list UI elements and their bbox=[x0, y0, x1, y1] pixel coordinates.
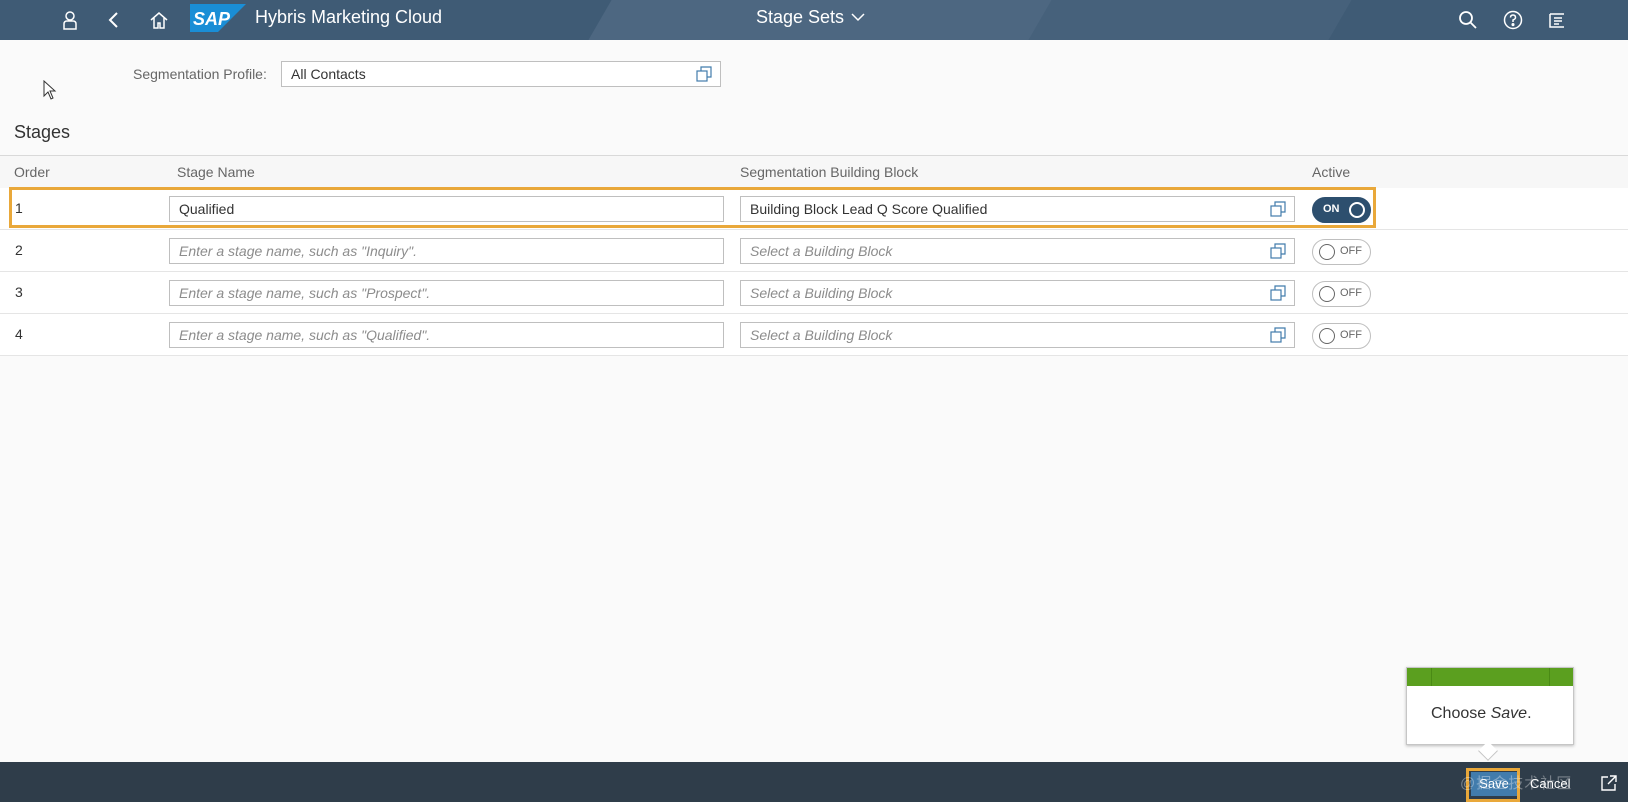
home-icon[interactable] bbox=[143, 4, 175, 36]
table-row: 4 Enter a stage name, such as "Qualified… bbox=[0, 314, 1628, 356]
building-block-placeholder: Select a Building Block bbox=[750, 243, 893, 259]
page-title-menu[interactable]: Stage Sets bbox=[756, 6, 866, 28]
notifications-list-icon[interactable] bbox=[1541, 4, 1573, 36]
stage-name-input[interactable]: Enter a stage name, such as "Qualified". bbox=[169, 322, 724, 348]
share-icon[interactable] bbox=[1600, 774, 1618, 792]
tooltip-message: Choose Save. bbox=[1431, 705, 1532, 722]
sap-logo[interactable]: SAP bbox=[190, 4, 246, 32]
segmentation-profile-input[interactable]: All Contacts bbox=[281, 61, 721, 87]
table-row: 2 Enter a stage name, such as "Inquiry".… bbox=[0, 230, 1628, 272]
app-title: Hybris Marketing Cloud bbox=[255, 7, 443, 27]
building-block-placeholder: Select a Building Block bbox=[750, 285, 893, 301]
tooltip-bar-divider bbox=[1431, 668, 1432, 686]
active-switch[interactable]: OFF bbox=[1312, 323, 1371, 349]
row-highlight-frame bbox=[9, 187, 1376, 228]
segmentation-profile-label: Segmentation Profile: bbox=[133, 66, 267, 82]
svg-text:SAP: SAP bbox=[193, 9, 231, 29]
switch-knob bbox=[1319, 286, 1335, 302]
value-help-icon[interactable] bbox=[1270, 327, 1286, 343]
row-order: 2 bbox=[15, 242, 23, 258]
value-help-icon[interactable] bbox=[1270, 243, 1286, 259]
stages-title: Stages bbox=[14, 122, 71, 142]
building-block-input[interactable]: Select a Building Block bbox=[740, 280, 1295, 306]
switch-state-label: OFF bbox=[1340, 245, 1362, 257]
tooltip-progress-bar bbox=[1407, 668, 1573, 686]
switch-state-label: OFF bbox=[1340, 329, 1362, 341]
building-block-input[interactable]: Select a Building Block bbox=[740, 322, 1295, 348]
shell-header: SAP Hybris Marketing Cloud Stage Sets bbox=[0, 0, 1628, 40]
stage-name-input[interactable]: Enter a stage name, such as "Prospect". bbox=[169, 280, 724, 306]
search-icon[interactable] bbox=[1452, 4, 1484, 36]
column-header-active: Active bbox=[1312, 164, 1351, 180]
building-block-input[interactable]: Select a Building Block bbox=[740, 238, 1295, 264]
value-help-icon[interactable] bbox=[696, 66, 712, 82]
page-title: Stage Sets bbox=[756, 7, 845, 27]
mouse-cursor-icon bbox=[43, 80, 57, 100]
switch-knob bbox=[1319, 328, 1335, 344]
footer-toolbar bbox=[0, 762, 1628, 802]
help-icon[interactable] bbox=[1497, 4, 1529, 36]
table-header: Order Stage Name Segmentation Building B… bbox=[0, 155, 1628, 189]
tooltip-bar-divider bbox=[1549, 668, 1550, 686]
active-switch[interactable]: OFF bbox=[1312, 239, 1371, 265]
switch-knob bbox=[1319, 244, 1335, 260]
value-help-icon[interactable] bbox=[1270, 285, 1286, 301]
table-row: 3 Enter a stage name, such as "Prospect"… bbox=[0, 272, 1628, 314]
shell-decoration bbox=[1005, 0, 1375, 40]
back-icon[interactable] bbox=[98, 4, 130, 36]
guidance-tooltip: Choose Save. bbox=[1406, 667, 1574, 745]
cancel-button[interactable]: Cancel bbox=[1530, 772, 1570, 796]
building-block-placeholder: Select a Building Block bbox=[750, 327, 893, 343]
row-order: 3 bbox=[15, 284, 23, 300]
segmentation-profile-value: All Contacts bbox=[291, 66, 366, 82]
column-header-stage-name: Stage Name bbox=[177, 164, 255, 180]
row-order: 4 bbox=[15, 326, 23, 342]
column-header-building-block: Segmentation Building Block bbox=[740, 164, 919, 180]
active-switch[interactable]: OFF bbox=[1312, 281, 1371, 307]
user-icon[interactable] bbox=[54, 4, 86, 36]
chevron-down-icon bbox=[851, 13, 865, 22]
column-header-order: Order bbox=[14, 164, 50, 180]
stage-name-input[interactable]: Enter a stage name, such as "Inquiry". bbox=[169, 238, 724, 264]
switch-state-label: OFF bbox=[1340, 287, 1362, 299]
save-highlight-frame bbox=[1466, 768, 1520, 802]
